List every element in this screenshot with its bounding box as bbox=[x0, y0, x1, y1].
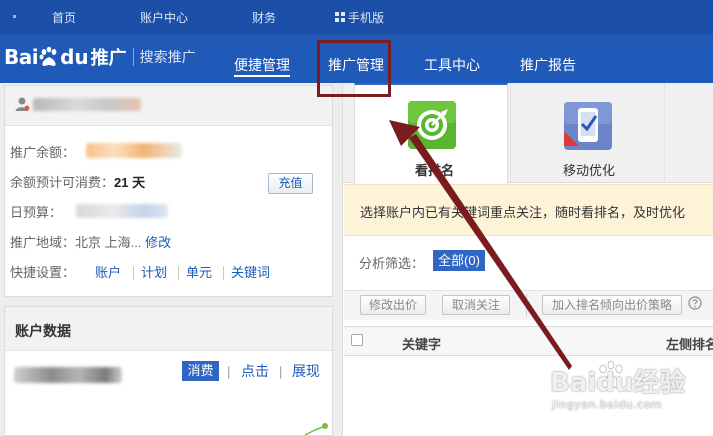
target-icon bbox=[408, 101, 456, 149]
top-nav-account-center[interactable]: 账户中心 bbox=[140, 10, 188, 26]
budget-label: 日预算： bbox=[10, 205, 63, 220]
tab-divider: | bbox=[227, 364, 231, 379]
quick-link-plan[interactable]: 计划 bbox=[141, 264, 167, 282]
account-data-header: 账户数据 bbox=[5, 307, 332, 351]
top-nav-mobile[interactable]: 手机版 bbox=[348, 10, 384, 26]
forecast-label: 余额预计可消费： bbox=[10, 175, 115, 190]
edit-bid-button[interactable]: 修改出价 bbox=[360, 295, 426, 315]
quick-divider bbox=[133, 266, 134, 280]
top-utility-bar: 首页 账户中心 财务 手机版 bbox=[0, 0, 713, 35]
th-left-rank[interactable]: 左侧排名 bbox=[666, 334, 713, 353]
notice-text: 选择账户内已有关键词重点关注，随时看排名，及时优化 bbox=[360, 205, 686, 220]
logo-product-name: 搜索推广 bbox=[139, 49, 196, 65]
annotation-highlight-box bbox=[317, 40, 391, 97]
filter-all-button[interactable]: 全部(0) bbox=[433, 250, 485, 271]
nav-quick-manage[interactable]: 便捷管理 bbox=[234, 56, 290, 77]
balance-label: 推广余额： bbox=[10, 145, 76, 160]
add-rank-bid-strategy-button[interactable]: 加入排名倾向出价策略 bbox=[542, 295, 682, 315]
notice-banner: 选择账户内已有关键词重点关注，随时看排名，及时优化 bbox=[344, 184, 713, 236]
tool-rank-check[interactable]: 看排名 bbox=[354, 83, 508, 185]
baidu-paw-icon bbox=[39, 46, 57, 66]
logo-divider bbox=[132, 48, 134, 66]
quick-link-account[interactable]: 账户 bbox=[95, 264, 121, 282]
quick-link-unit[interactable]: 单元 bbox=[186, 264, 212, 282]
top-nav-finance[interactable]: 财务 bbox=[252, 10, 276, 26]
region-value: 北京 上海... bbox=[75, 235, 142, 250]
region-label: 推广地域： bbox=[10, 235, 76, 250]
tool-mobile-optimize[interactable]: 移动优化 bbox=[510, 83, 665, 183]
masked-budget-value bbox=[76, 204, 168, 218]
watermark-url: jingyan.baidu.com bbox=[552, 398, 663, 411]
top-nav-home[interactable]: 首页 bbox=[52, 10, 76, 26]
th-keyword[interactable]: 关键字 bbox=[402, 334, 441, 353]
masked-username bbox=[33, 98, 141, 111]
quick-link-keyword[interactable]: 关键词 bbox=[231, 264, 270, 282]
grid-phone-icon bbox=[335, 12, 345, 22]
quick-divider bbox=[178, 266, 179, 280]
tab-impressions[interactable]: 展现 bbox=[292, 363, 320, 379]
tab-divider: | bbox=[279, 364, 283, 379]
select-all-checkbox[interactable] bbox=[351, 334, 363, 346]
masked-metric-value bbox=[14, 367, 122, 383]
action-divider bbox=[526, 294, 527, 316]
logo-du: du bbox=[60, 45, 89, 69]
tool-more-placeholder bbox=[665, 83, 713, 183]
table-header bbox=[344, 326, 713, 356]
tab-clicks[interactable]: 点击 bbox=[241, 363, 269, 379]
help-icon[interactable] bbox=[688, 296, 702, 310]
forecast-value: 21 天 bbox=[114, 175, 146, 190]
logo-tuiguang: 推广 bbox=[90, 48, 127, 68]
quick-divider bbox=[223, 266, 224, 280]
filter-label: 分析筛选： bbox=[359, 256, 425, 271]
recharge-button[interactable]: 充值 bbox=[268, 173, 313, 194]
quick-settings-label: 快捷设置： bbox=[10, 265, 76, 280]
nav-promotion-report[interactable]: 推广报告 bbox=[520, 56, 576, 74]
tool-rank-check-label: 看排名 bbox=[415, 163, 455, 178]
user-header bbox=[5, 86, 332, 126]
region-edit-link[interactable]: 修改 bbox=[145, 235, 171, 250]
mobile-optimize-icon bbox=[564, 102, 612, 150]
user-icon bbox=[15, 97, 30, 111]
trend-line-icon bbox=[304, 423, 328, 436]
tab-consumption[interactable]: 消费 bbox=[182, 361, 219, 381]
region-row: 推广地域：北京 上海... 修改 bbox=[10, 234, 171, 252]
nav-tool-center[interactable]: 工具中心 bbox=[424, 56, 480, 74]
baidu-jingyan-watermark: Baidu经验 jingyan.baidu.com bbox=[548, 358, 713, 436]
baidu-tuiguang-logo[interactable]: Bai du 推广 搜索推广 bbox=[4, 42, 196, 72]
forecast-row: 余额预计可消费：21 天 bbox=[10, 174, 145, 192]
unfollow-button[interactable]: 取消关注 bbox=[442, 295, 510, 315]
masked-balance-value bbox=[86, 143, 182, 158]
divider-dot bbox=[13, 15, 16, 18]
account-data-title: 账户数据 bbox=[15, 323, 71, 339]
logo-bai: Bai bbox=[4, 45, 39, 69]
watermark-text: Baidu经验 bbox=[550, 368, 686, 398]
tool-mobile-optimize-label: 移动优化 bbox=[563, 163, 616, 178]
